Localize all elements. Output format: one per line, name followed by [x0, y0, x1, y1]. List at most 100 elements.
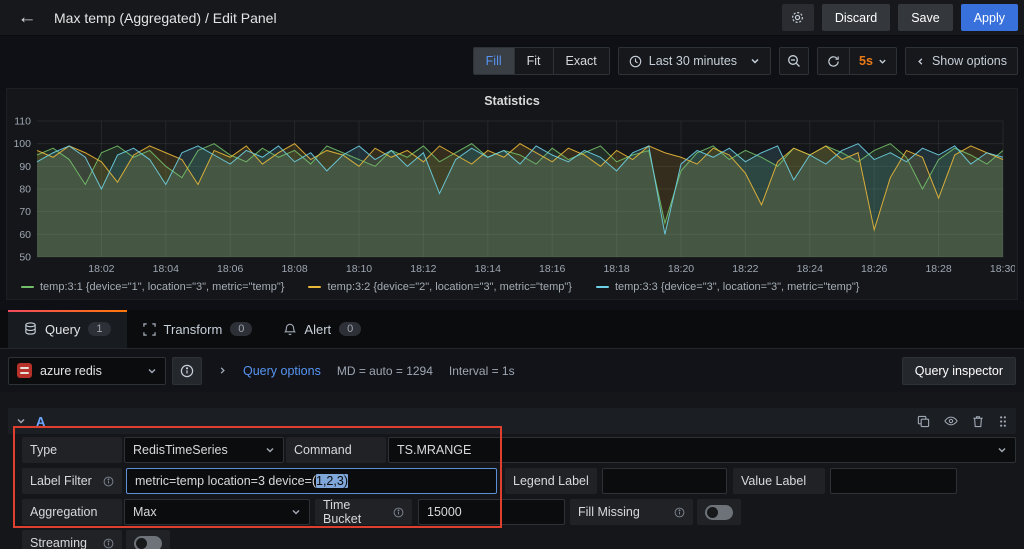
- refresh-interval-dropdown[interactable]: 5s: [849, 48, 896, 74]
- info-circle-icon: [95, 476, 114, 487]
- svg-text:60: 60: [19, 229, 31, 241]
- size-mode-group: Fill Fit Exact: [473, 47, 610, 75]
- label-filter-input[interactable]: metric=temp location=3 device=(1,2,3): [126, 468, 497, 494]
- info-circle-icon: [666, 507, 685, 518]
- fill-tab[interactable]: Fill: [474, 48, 515, 74]
- info-circle-icon: [385, 507, 404, 518]
- legend-series-dash: [308, 286, 321, 288]
- interval-value: Interval = 1s: [449, 364, 515, 378]
- legend-series-label: temp:3:1 {device="1", location="3", metr…: [40, 281, 284, 293]
- back-arrow-icon[interactable]: ←: [10, 4, 44, 32]
- svg-text:70: 70: [19, 206, 31, 218]
- command-label: Command: [286, 437, 386, 463]
- page-title: Max temp (Aggregated) / Edit Panel: [54, 10, 277, 26]
- query-ref-id[interactable]: A: [36, 414, 45, 429]
- svg-text:18:08: 18:08: [281, 263, 307, 275]
- apply-button[interactable]: Apply: [961, 4, 1018, 31]
- tab-query-badge: 1: [88, 322, 110, 336]
- trash-icon[interactable]: [972, 415, 984, 428]
- svg-text:100: 100: [13, 138, 31, 150]
- legend-item[interactable]: temp:3:2 {device="2", location="3", metr…: [308, 281, 571, 293]
- refresh-icon: [827, 55, 840, 68]
- legend-item[interactable]: temp:3:3 {device="3", location="3", metr…: [596, 281, 859, 293]
- time-range-picker[interactable]: Last 30 minutes: [618, 47, 771, 75]
- exact-tab[interactable]: Exact: [554, 48, 609, 74]
- fill-missing-toggle[interactable]: [697, 499, 741, 525]
- info-circle-icon: [180, 364, 194, 378]
- streaming-label: Streaming: [22, 530, 122, 549]
- label-filter-text-selected: 1,2,3: [316, 474, 344, 488]
- fit-tab[interactable]: Fit: [515, 48, 554, 74]
- streaming-toggle[interactable]: [126, 530, 170, 549]
- datasource-help-button[interactable]: [172, 357, 202, 385]
- toggle-knob: [707, 507, 718, 518]
- show-options-button[interactable]: Show options: [905, 47, 1018, 75]
- legend-label-label: Legend Label: [505, 468, 597, 494]
- datasource-picker[interactable]: azure redis: [8, 357, 166, 385]
- chart-svg: 506070809010011018:0218:0418:0618:0818:1…: [9, 115, 1015, 279]
- show-options-label: Show options: [932, 54, 1007, 68]
- query-row-header: A: [8, 408, 1016, 434]
- value-label-input[interactable]: [830, 468, 957, 494]
- svg-text:18:30: 18:30: [990, 263, 1015, 275]
- header-actions: Discard Save Apply: [782, 4, 1018, 31]
- magnifier-minus-icon: [787, 54, 801, 68]
- chevron-down-icon: [291, 507, 301, 517]
- chevron-down-icon[interactable]: [16, 416, 26, 426]
- tab-transform-label: Transform: [164, 322, 223, 337]
- legend-series-label: temp:3:3 {device="3", location="3", metr…: [615, 281, 859, 293]
- time-bucket-label: Time Bucket: [315, 499, 412, 525]
- info-circle-icon: [95, 538, 114, 549]
- database-icon: [24, 322, 37, 336]
- time-series-plot[interactable]: 506070809010011018:0218:0418:0618:0818:1…: [9, 115, 1015, 279]
- query-row-actions: [917, 415, 1008, 428]
- drag-handle-icon[interactable]: [998, 415, 1008, 428]
- command-value: TS.MRANGE: [397, 443, 997, 457]
- command-select[interactable]: TS.MRANGE: [388, 437, 1016, 463]
- query-inspector-button[interactable]: Query inspector: [902, 357, 1016, 385]
- aggregation-value: Max: [133, 505, 291, 519]
- legend-series-dash: [596, 286, 609, 288]
- panel-settings-button[interactable]: [782, 4, 814, 31]
- type-select[interactable]: RedisTimeSeries: [124, 437, 284, 463]
- editor-tabs: Query 1 Transform 0 Alert 0: [0, 310, 1024, 349]
- query-options-toggle[interactable]: Query options MD = auto = 1294 Interval …: [218, 364, 515, 378]
- value-label-label: Value Label: [733, 468, 825, 494]
- chart-legend: temp:3:1 {device="1", location="3", metr…: [21, 281, 1009, 293]
- label-filter-text-post: ): [344, 474, 348, 488]
- label-filter-label: Label Filter: [22, 468, 122, 494]
- refresh-button[interactable]: [818, 48, 849, 74]
- tab-transform[interactable]: Transform 0: [127, 310, 269, 348]
- save-button[interactable]: Save: [898, 4, 953, 31]
- aggregation-label: Aggregation: [22, 499, 122, 525]
- chevron-down-icon: [878, 57, 887, 66]
- svg-text:18:18: 18:18: [603, 263, 629, 275]
- svg-text:18:26: 18:26: [861, 263, 887, 275]
- chevron-down-icon: [750, 56, 760, 66]
- tab-alert[interactable]: Alert 0: [268, 310, 377, 348]
- clock-icon: [629, 55, 642, 68]
- top-header: ← Max temp (Aggregated) / Edit Panel Dis…: [0, 0, 1024, 36]
- svg-text:50: 50: [19, 252, 31, 264]
- discard-button[interactable]: Discard: [822, 4, 890, 31]
- svg-text:18:04: 18:04: [153, 263, 179, 275]
- redis-logo-icon: [17, 363, 32, 378]
- fill-missing-label: Fill Missing: [570, 499, 693, 525]
- svg-text:18:12: 18:12: [410, 263, 436, 275]
- panel-title: Statistics: [7, 89, 1017, 111]
- aggregation-select[interactable]: Max: [124, 499, 310, 525]
- duplicate-icon[interactable]: [917, 415, 930, 428]
- tab-query[interactable]: Query 1: [8, 310, 127, 348]
- svg-text:110: 110: [14, 116, 31, 128]
- time-bucket-input[interactable]: [418, 499, 565, 525]
- zoom-out-button[interactable]: [779, 47, 809, 75]
- svg-text:18:16: 18:16: [539, 263, 565, 275]
- legend-label-input[interactable]: [602, 468, 727, 494]
- legend-item[interactable]: temp:3:1 {device="1", location="3", metr…: [21, 281, 284, 293]
- legend-series-dash: [21, 286, 34, 288]
- label-filter-text-pre: metric=temp location=3 device=(: [135, 474, 316, 488]
- svg-text:90: 90: [19, 161, 31, 173]
- eye-icon[interactable]: [944, 415, 958, 427]
- gear-icon: [790, 10, 805, 25]
- svg-text:18:06: 18:06: [217, 263, 243, 275]
